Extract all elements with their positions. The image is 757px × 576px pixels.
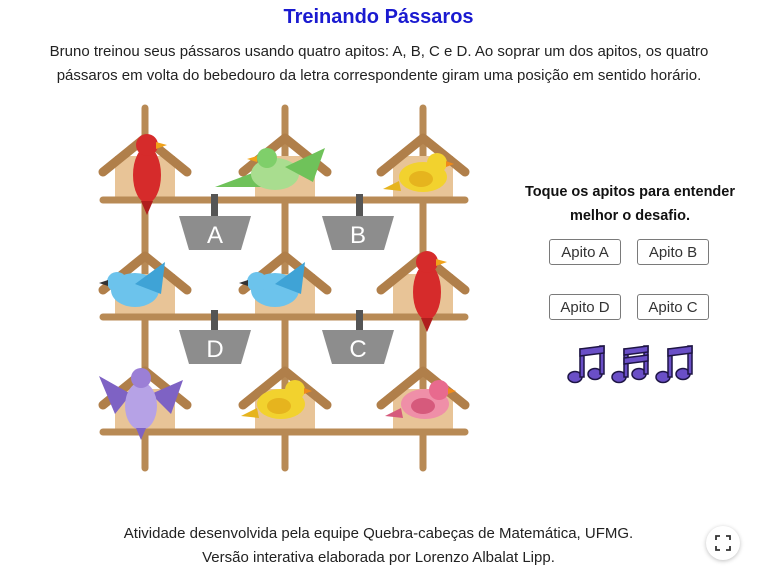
intro-line-1: Bruno treinou seus pássaros usando quatr… (49, 43, 709, 60)
page-title: Treinando Pássaros (283, 6, 474, 28)
music-notes (565, 344, 695, 386)
credits-line-2: Versão interativa elaborada por Lorenzo … (202, 549, 555, 566)
eighth-notes-icon-2 (655, 345, 693, 384)
intro-line-2: pássaros em volta do bebedouro da letra … (56, 67, 702, 84)
instruction-line-1: Toque os apitos para entender (524, 184, 736, 200)
feeder-a-label: A (207, 222, 223, 249)
apito-b-button[interactable]: Apito B (637, 239, 709, 265)
feeder-b-label: B (350, 222, 366, 249)
apito-d-button[interactable]: Apito D (549, 294, 621, 320)
eighth-notes-icon (567, 345, 605, 384)
apito-a-button[interactable]: Apito A (549, 239, 621, 265)
sixteenth-notes-icon (611, 345, 649, 384)
credits: Atividade desenvolvida pela equipe Quebr… (0, 522, 757, 570)
bird-board: A B D C (95, 100, 475, 480)
intro-text: Bruno treinou seus pássaros usando quatr… (14, 40, 744, 88)
feeder-d-label: D (206, 336, 223, 363)
bird-board-drawing: A B D C (95, 104, 475, 472)
instruction-text: Toque os apitos para entender melhor o d… (505, 180, 755, 228)
fullscreen-icon (715, 535, 731, 551)
fullscreen-button[interactable] (706, 526, 740, 560)
feeder-c-label: C (349, 336, 366, 363)
instruction-line-2: melhor o desafio. (569, 208, 691, 224)
apito-c-button[interactable]: Apito C (637, 294, 709, 320)
credits-line-1: Atividade desenvolvida pela equipe Quebr… (123, 525, 634, 542)
